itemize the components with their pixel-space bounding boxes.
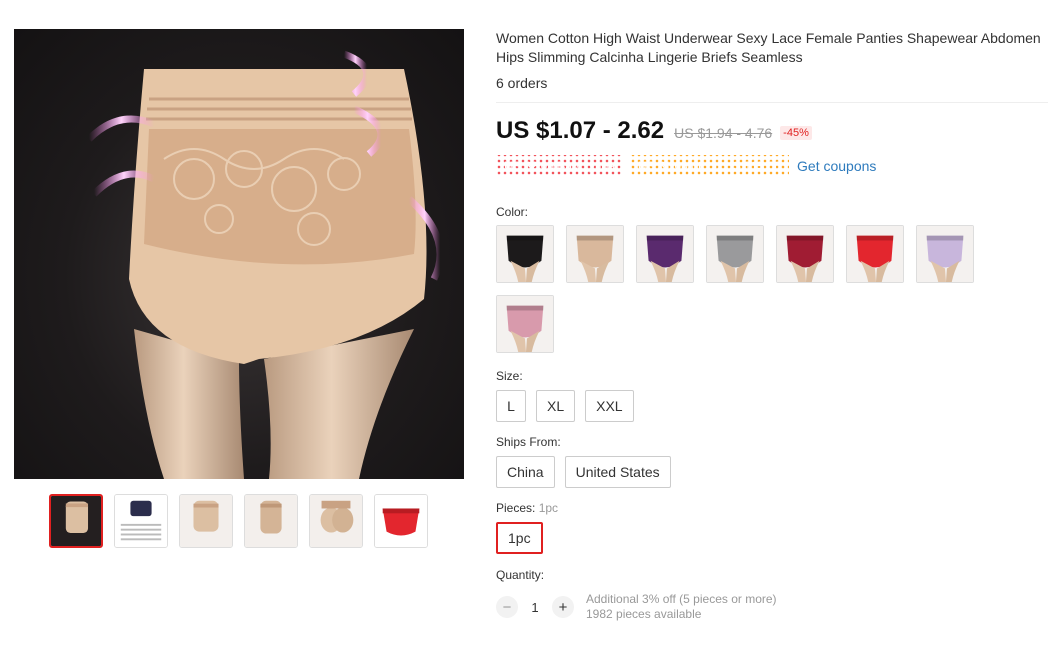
- get-coupons-link[interactable]: Get coupons: [797, 158, 876, 174]
- pieces-option-1pc[interactable]: 1pc: [496, 522, 543, 554]
- ships-option-united-states[interactable]: United States: [564, 456, 671, 488]
- swatch-image: [707, 226, 763, 282]
- quantity-label: Quantity:: [496, 568, 545, 582]
- product-info: Women Cotton High Waist Underwear Sexy L…: [496, 29, 1048, 622]
- swatch-image: [847, 226, 903, 282]
- pieces-label: Pieces: 1pc: [496, 501, 1048, 515]
- color-swatch-purple[interactable]: [636, 225, 694, 283]
- swatch-image: [497, 226, 553, 282]
- thumbnail-beige-back[interactable]: [309, 494, 363, 548]
- discount-badge: -45%: [780, 126, 812, 140]
- product-photo: [86, 50, 444, 479]
- pieces-label-text: Pieces:: [496, 501, 536, 515]
- coupon-row: US $2.06 Вам купон US $1.00 off on US $1…: [496, 155, 1048, 177]
- ships-option-china[interactable]: China: [496, 456, 555, 488]
- color-label: Color:: [496, 205, 529, 219]
- quantity-increase-button[interactable]: +: [552, 596, 574, 618]
- color-swatch-beige[interactable]: [566, 225, 624, 283]
- swatch-image: [777, 226, 833, 282]
- coupon-badge-store[interactable]: US $1.00 off on US $15.00: [630, 155, 789, 177]
- size-option-l[interactable]: L: [496, 390, 526, 422]
- size-label: Size:: [496, 369, 523, 383]
- color-swatch-pink[interactable]: [496, 295, 554, 353]
- size-options: L XL XXL: [496, 390, 1048, 422]
- coupon-badge-ruble[interactable]: US $2.06 Вам купон: [496, 155, 623, 177]
- thumbnail-red-flat[interactable]: [374, 494, 428, 548]
- quantity-info: Additional 3% off (5 pieces or more) 198…: [586, 592, 777, 622]
- thumbnail-beige-front[interactable]: [179, 494, 233, 548]
- stock-available: 1982 pieces available: [586, 607, 702, 621]
- quantity-decrease-button[interactable]: −: [496, 596, 518, 618]
- thumbnail-main-beige-front[interactable]: [49, 494, 103, 548]
- bulk-discount-note: Additional 3% off (5 pieces or more): [586, 592, 777, 606]
- ships-from-label: Ships From:: [496, 435, 561, 449]
- order-count: 6 orders: [496, 75, 1048, 103]
- quantity-stepper: − 1 + Additional 3% off (5 pieces or mor…: [496, 592, 1048, 622]
- thumbnail-strip: [49, 494, 428, 548]
- swatch-image: [567, 226, 623, 282]
- price-row: US $1.07 - 2.62 US $1.94 - 4.76 -45%: [496, 117, 1048, 145]
- pieces-selected-value: 1pc: [538, 501, 559, 515]
- current-price: US $1.07 - 2.62: [496, 117, 665, 144]
- product-title: Women Cotton High Waist Underwear Sexy L…: [496, 30, 1041, 65]
- swatch-image: [917, 226, 973, 282]
- color-swatch-black[interactable]: [496, 225, 554, 283]
- color-swatches: [496, 225, 996, 353]
- size-option-xxl[interactable]: XXL: [585, 390, 634, 422]
- size-option-xl[interactable]: XL: [536, 390, 576, 422]
- swatch-image: [637, 226, 693, 282]
- color-swatch-lavender[interactable]: [916, 225, 974, 283]
- pieces-options: 1pc: [496, 522, 1048, 554]
- thumbnail-beige-side[interactable]: [244, 494, 298, 548]
- ships-from-options: China United States: [496, 456, 1048, 488]
- original-price: US $1.94 - 4.76: [674, 125, 773, 141]
- color-swatch-red[interactable]: [846, 225, 904, 283]
- thumbnail-size-chart[interactable]: [114, 494, 168, 548]
- color-swatch-gray[interactable]: [706, 225, 764, 283]
- swatch-image: [497, 296, 553, 352]
- main-product-image[interactable]: [14, 29, 464, 479]
- quantity-value[interactable]: 1: [518, 600, 552, 615]
- color-swatch-wine-red[interactable]: [776, 225, 834, 283]
